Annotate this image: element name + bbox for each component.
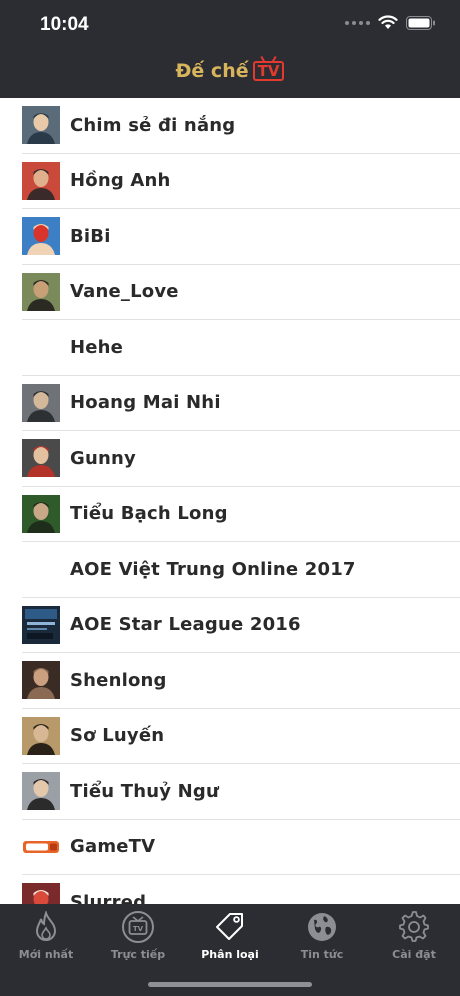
channel-row[interactable]: Hồng Anh: [22, 154, 460, 209]
channel-row[interactable]: BiBi: [22, 209, 460, 265]
tab-label: Phân loại: [201, 948, 259, 961]
channel-row[interactable]: Chim sẻ đi nắng: [22, 98, 460, 154]
channel-avatar: [22, 772, 60, 811]
status-icons: [345, 15, 436, 30]
gametv-logo: [22, 827, 60, 866]
channel-name: Chim sẻ đi nắng: [70, 114, 236, 136]
channel-name: Vane_Love: [70, 281, 179, 303]
channel-name: Tiểu Bạch Long: [70, 503, 228, 525]
channel-name: Slurred: [70, 891, 147, 904]
league-logo: [22, 605, 60, 644]
top-bar: 10:04 Đế chế TV: [0, 0, 460, 98]
cellular-signal-icon: [345, 20, 370, 25]
tab-flame[interactable]: Mới nhất: [0, 904, 92, 996]
channel-name: GameTV: [70, 836, 156, 858]
channel-name: Hồng Anh: [70, 170, 171, 192]
channel-row[interactable]: Sơ Luyến: [22, 709, 460, 764]
channel-row[interactable]: Vane_Love: [22, 265, 460, 320]
channel-row[interactable]: Slurred: [22, 875, 460, 904]
globe-icon: [304, 910, 340, 944]
channel-name: AOE Star League 2016: [70, 614, 301, 636]
channel-row[interactable]: Shenlong: [22, 653, 460, 709]
channel-avatar: [22, 716, 60, 755]
tab-label: Trực tiếp: [110, 948, 166, 961]
channel-row[interactable]: AOE Việt Trung Online 2017: [22, 542, 460, 598]
svg-text:TV: TV: [133, 925, 144, 933]
tab-label: Cài đặt: [392, 948, 436, 961]
channel-avatar: [22, 217, 60, 256]
flame-icon: [28, 910, 64, 944]
channel-name: BiBi: [70, 225, 111, 247]
channel-row[interactable]: Gunny: [22, 431, 460, 487]
tag-icon: [212, 910, 248, 944]
channel-avatar: [22, 272, 60, 311]
tab-label: Tin tức: [300, 948, 344, 961]
channel-avatar: [22, 106, 60, 145]
battery-icon: [406, 15, 435, 30]
channel-avatar: [22, 161, 60, 200]
channel-avatar: [22, 883, 60, 904]
channel-name: Hehe: [70, 336, 124, 358]
channel-row[interactable]: GameTV: [22, 820, 460, 875]
channel-list[interactable]: Chim sẻ đi nắng Hồng Anh BiBi Vane_Love Hehe…: [0, 98, 460, 904]
logo-tv-badge: TV: [252, 61, 285, 81]
channel-name: Hoang Mai Nhi: [70, 392, 221, 414]
channel-name: Shenlong: [70, 669, 167, 691]
app-logo: Đế chế TV: [0, 60, 460, 82]
avatar-placeholder: [22, 328, 60, 366]
status-time: 10:04: [40, 14, 89, 35]
channel-row[interactable]: Hehe: [22, 320, 460, 376]
logo-text: Đế chế: [175, 60, 249, 82]
channel-name: AOE Việt Trung Online 2017: [70, 558, 356, 580]
channel-row[interactable]: AOE Star League 2016: [22, 598, 460, 653]
channel-row[interactable]: Hoang Mai Nhi: [22, 376, 460, 431]
channel-avatar: [22, 383, 60, 422]
tab-gear[interactable]: Cài đặt: [368, 904, 460, 996]
home-indicator: [148, 982, 312, 987]
channel-avatar: [22, 661, 60, 700]
channel-row[interactable]: Tiểu Thuỷ Ngư: [22, 764, 460, 820]
avatar-placeholder: [22, 550, 60, 588]
channel-row[interactable]: Tiểu Bạch Long: [22, 487, 460, 542]
tab-label: Mới nhất: [18, 948, 74, 961]
channel-avatar: [22, 439, 60, 478]
channel-name: Gunny: [70, 447, 136, 469]
channel-avatar: [22, 494, 60, 533]
wifi-icon: [378, 15, 398, 29]
channel-name: Tiểu Thuỷ Ngư: [70, 780, 220, 802]
tv-icon: TV: [120, 910, 156, 944]
channel-name: Sơ Luyến: [70, 725, 165, 747]
gear-icon: [396, 910, 432, 944]
